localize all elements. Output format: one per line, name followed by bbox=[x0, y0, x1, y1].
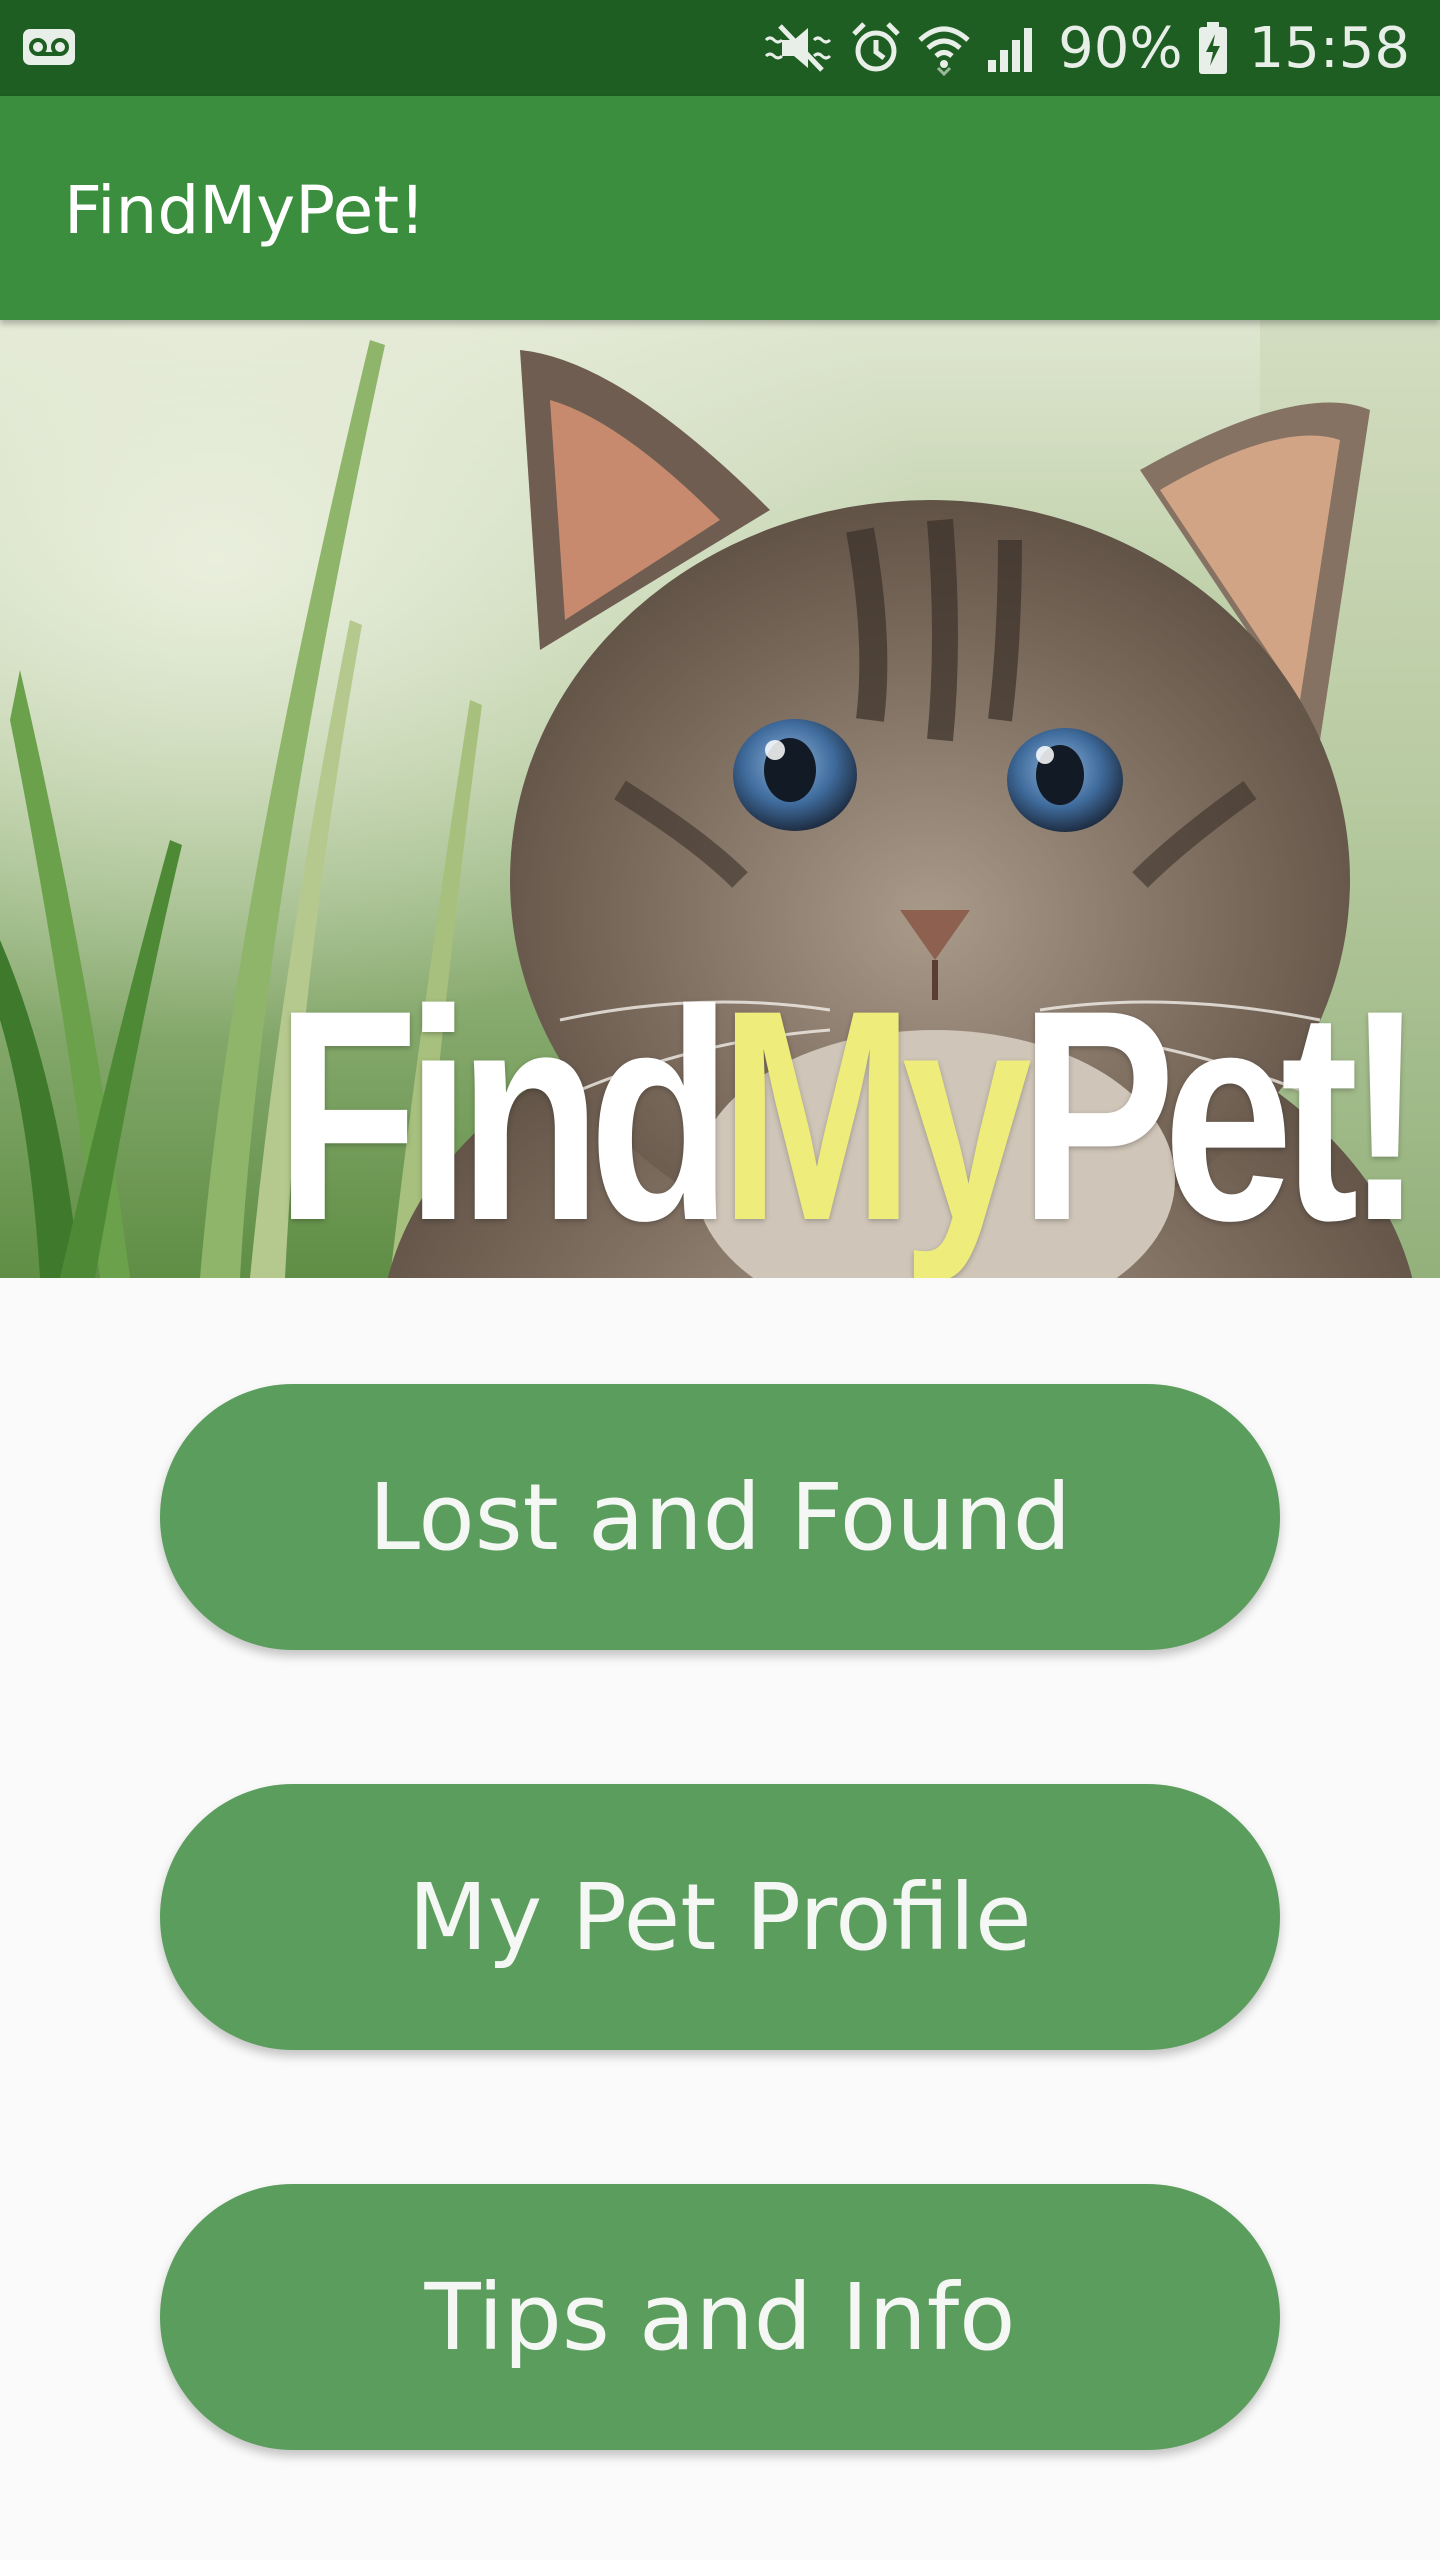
clock: 15:58 bbox=[1248, 15, 1410, 81]
mute-icon bbox=[760, 20, 836, 76]
voicemail-icon bbox=[22, 28, 76, 66]
my-pet-profile-button[interactable]: My Pet Profile bbox=[160, 1784, 1280, 2050]
battery-percentage: 90% bbox=[1058, 15, 1183, 81]
tips-and-info-button[interactable]: Tips and Info bbox=[160, 2184, 1280, 2450]
logo-part-my: My bbox=[719, 947, 1032, 1278]
app-bar: FindMyPet! bbox=[0, 96, 1440, 320]
status-icons: 90% 15:58 bbox=[760, 0, 1410, 96]
hero-logo-text: FindMyPet! bbox=[275, 947, 1424, 1278]
wifi-icon bbox=[916, 20, 972, 76]
logo-part-pet: Pet! bbox=[1019, 947, 1424, 1278]
alarm-icon bbox=[850, 20, 902, 76]
battery-charging-icon bbox=[1197, 20, 1229, 76]
hero-banner: FindMyPet! bbox=[0, 320, 1440, 1278]
logo-part-find: Find bbox=[275, 947, 731, 1278]
lost-and-found-button[interactable]: Lost and Found bbox=[160, 1384, 1280, 1650]
app-title: FindMyPet! bbox=[64, 172, 426, 249]
signal-icon bbox=[986, 22, 1040, 74]
status-bar: 90% 15:58 bbox=[0, 0, 1440, 96]
